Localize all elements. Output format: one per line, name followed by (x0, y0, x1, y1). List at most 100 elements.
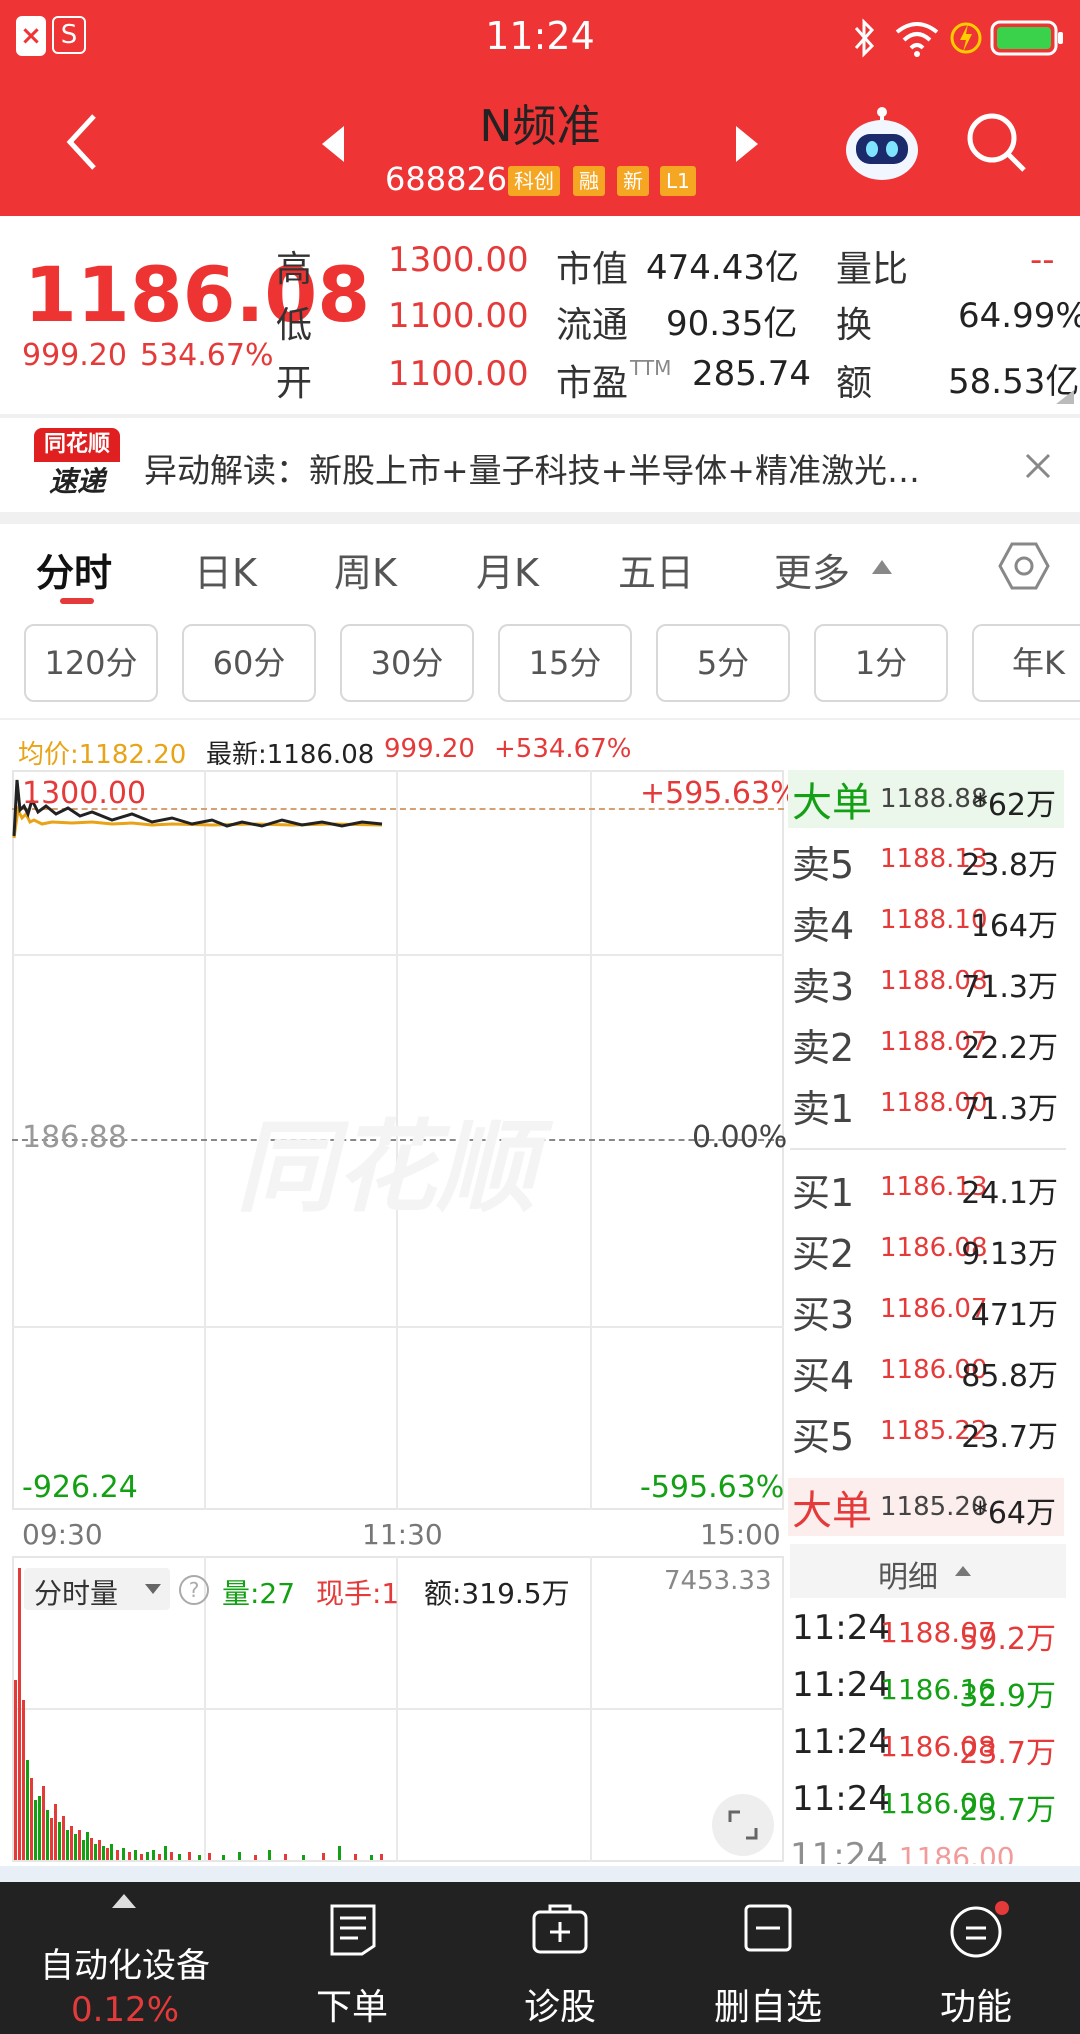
buy2-row[interactable]: 买2 1186.08 9.13万 (790, 1223, 1066, 1283)
tag-rong: 融 (573, 166, 605, 196)
mid-price-label: 186.88 (22, 1120, 127, 1155)
tag-l1: L1 (660, 166, 696, 196)
bottom-pct-label: -595.63% (640, 1470, 785, 1505)
pe-ttm-sup: TTM (630, 356, 672, 380)
nav-functions[interactable]: 功能 (886, 1882, 1066, 2034)
tag-kechuang: 科创 (508, 166, 560, 196)
buy3-row[interactable]: 买3 1186.07 471万 (790, 1284, 1066, 1344)
sell5-row[interactable]: 卖5 1188.13 23.8万 (790, 834, 1066, 894)
buy5-row[interactable]: 买5 1185.22 23.7万 (790, 1406, 1066, 1466)
functions-icon (950, 1901, 1009, 1958)
time-end-label: 15:00 (700, 1518, 781, 1551)
top-price-label: 1300.00 (22, 776, 147, 811)
tag-xin: 新 (617, 166, 649, 196)
divider (0, 414, 1080, 418)
mcap-value: 474.43亿 (646, 248, 799, 288)
robot-assistant-icon[interactable] (840, 104, 924, 184)
chart-change-pct: +534.67% (494, 734, 632, 764)
expand-icon (728, 1810, 758, 1840)
tab-more[interactable]: 更多 (774, 542, 850, 597)
volume-ratio-label: 量比 (836, 249, 909, 290)
detail-toggle[interactable]: 明细 (790, 1544, 1066, 1598)
stock-code: 688826 (385, 160, 508, 198)
top-pct-label: +595.63% (640, 776, 799, 811)
caret-up-icon (955, 1566, 971, 1576)
buy4-row[interactable]: 买4 1186.00 85.8万 (790, 1345, 1066, 1405)
mid-pct-label: 0.00% (692, 1120, 788, 1155)
low-value: 1100.00 (388, 296, 529, 336)
tab-weekly-k[interactable]: 周K (334, 542, 397, 597)
interval-yearly-k[interactable]: 年K (972, 624, 1080, 702)
bluetooth-icon (854, 18, 875, 58)
search-icon[interactable] (964, 110, 1028, 174)
remove-watchlist-icon (744, 1904, 792, 1952)
turnover-value: 64.99% (958, 296, 1080, 336)
expand-corner-icon[interactable] (1056, 390, 1074, 404)
fullscreen-button[interactable] (712, 1794, 774, 1856)
tick-row: 11:24 1186.00 23.7万 (792, 1779, 1056, 1828)
avg-price-label: 均价:1182.20 (18, 740, 187, 770)
grid-line (12, 954, 784, 956)
divider (0, 512, 1080, 524)
time-mid-label: 11:30 (362, 1518, 443, 1551)
float-label: 流通 (556, 305, 629, 346)
high-label: 高 (276, 249, 313, 290)
tab-intraday[interactable]: 分时 (36, 542, 112, 597)
interval-1m[interactable]: 1分 (814, 624, 948, 702)
price-change: 999.20 (22, 338, 127, 373)
alert-text[interactable]: 异动解读：新股上市+量子科技+半导体+精准激光… (144, 444, 974, 492)
battery-icon (990, 20, 1063, 56)
tonghuashun-express-logo: 同花顺 速递 (34, 428, 120, 502)
order-icon (330, 1904, 376, 1956)
big-sell-order-row[interactable]: 大单 1188.88 *62万 (788, 770, 1064, 828)
next-stock-icon[interactable] (734, 124, 760, 164)
volume-ratio-value: -- (1030, 240, 1055, 280)
sell2-row[interactable]: 卖2 1188.07 22.2万 (790, 1017, 1066, 1077)
low-label: 低 (276, 305, 313, 346)
caret-up-icon (872, 560, 892, 574)
open-label: 开 (276, 363, 313, 404)
sector-button[interactable]: 自动化设备 0.12% (0, 1882, 250, 2034)
interval-120m[interactable]: 120分 (24, 624, 158, 702)
sell4-row[interactable]: 卖4 1188.10 164万 (790, 895, 1066, 955)
nav-remove-watchlist[interactable]: 删自选 (678, 1882, 858, 2034)
mcap-label: 市值 (556, 249, 629, 290)
orderbook-divider (790, 1148, 1066, 1150)
tick-row-partial: 11:24 1186.00 14.6万 (790, 1836, 1015, 1864)
divider (0, 1866, 1080, 1882)
volume-bars (14, 1568, 383, 1860)
current-price: 1186.08 (24, 250, 371, 339)
interval-30m[interactable]: 30分 (340, 624, 474, 702)
tab-daily-k[interactable]: 日K (194, 542, 257, 597)
chart-settings-icon[interactable] (998, 540, 1050, 592)
caret-up-icon (112, 1894, 136, 1908)
grid-line (12, 1326, 784, 1328)
tab-monthly-k[interactable]: 月K (476, 542, 539, 597)
charging-icon (950, 22, 982, 54)
price-change-pct: 534.67% (140, 338, 274, 373)
pe-value: 285.74 (692, 354, 811, 394)
interval-5m[interactable]: 5分 (656, 624, 790, 702)
tick-row: 11:24 1186.08 23.7万 (792, 1722, 1056, 1771)
big-buy-order-row[interactable]: 大单 1185.20 *64万 (788, 1478, 1064, 1536)
open-value: 1100.00 (388, 354, 529, 394)
bottom-price-label: -926.24 (22, 1470, 138, 1505)
tick-row: 11:24 1188.07 59.2万 (792, 1608, 1056, 1657)
sell1-row[interactable]: 卖1 1188.00 71.3万 (790, 1078, 1066, 1138)
diagnose-icon (532, 1904, 588, 1954)
interval-60m[interactable]: 60分 (182, 624, 316, 702)
float-value: 90.35亿 (666, 304, 798, 344)
nav-diagnose[interactable]: 诊股 (470, 1882, 650, 2034)
time-start-label: 09:30 (22, 1518, 103, 1551)
watermark: 同花顺 (236, 1109, 536, 1226)
last-price-label: 最新:1186.08 (206, 740, 375, 770)
amount-label: 额 (836, 363, 873, 404)
tab-five-day[interactable]: 五日 (618, 542, 694, 597)
buy1-row[interactable]: 买1 1186.13 24.1万 (790, 1162, 1066, 1222)
turnover-label: 换 (836, 305, 873, 346)
sell3-row[interactable]: 卖3 1188.08 71.3万 (790, 956, 1066, 1016)
nav-place-order[interactable]: 下单 (262, 1882, 442, 2034)
chart-change: 999.20 (384, 734, 475, 764)
close-alert-icon[interactable] (1024, 452, 1052, 480)
interval-15m[interactable]: 15分 (498, 624, 632, 702)
